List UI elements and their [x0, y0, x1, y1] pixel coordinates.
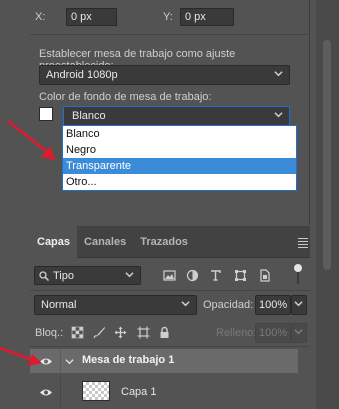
image-filter-icon[interactable] — [163, 269, 176, 285]
lock-position-icon[interactable] — [114, 326, 127, 342]
blend-mode-value: Normal — [41, 299, 77, 311]
opacity-field[interactable]: 100% — [255, 295, 291, 315]
preset-value: Android 1080p — [46, 69, 118, 81]
blend-mode-dropdown[interactable]: Normal — [34, 295, 197, 315]
panel-scrollbar[interactable] — [316, 0, 339, 409]
layers-tabs: Capas Canales Trazados — [30, 226, 310, 258]
lock-label: Bloq.: — [35, 327, 64, 339]
layer-filter-dropdown[interactable]: Tipo — [34, 266, 141, 285]
background-options-list: Blanco Negro Transparente Otro... — [62, 125, 297, 191]
fill-field[interactable]: 100% — [255, 323, 291, 343]
fill-dropdown-button[interactable] — [291, 323, 307, 343]
group-name: Mesa de trabajo 1 — [82, 354, 175, 366]
background-color-dropdown[interactable]: Blanco — [63, 106, 290, 126]
layer-thumbnail — [82, 381, 110, 401]
chevron-down-icon — [274, 66, 283, 84]
divider — [30, 34, 310, 35]
background-color-value: Blanco — [72, 110, 106, 122]
visibility-eye-icon[interactable] — [39, 388, 53, 397]
fill-label: Relleno: — [216, 327, 257, 339]
properties-panel: X: 0 px Y: 0 px Establecer mesa de traba… — [30, 0, 310, 225]
x-label: X: — [35, 11, 46, 23]
shape-filter-icon[interactable] — [234, 269, 247, 285]
filter-toggle[interactable] — [294, 264, 302, 284]
panel-menu-icon[interactable] — [298, 238, 308, 250]
chevron-down-icon — [125, 267, 134, 285]
chevron-down-icon — [181, 296, 190, 314]
layers-panel: Capas Canales Trazados Tipo Normal Opaci… — [30, 226, 310, 409]
chevron-down-icon — [294, 296, 303, 314]
adjustment-filter-icon[interactable] — [186, 269, 199, 285]
opacity-dropdown-button[interactable] — [291, 295, 307, 315]
lock-transparent-pixels-icon[interactable] — [71, 326, 84, 342]
chevron-down-icon[interactable] — [65, 357, 74, 366]
background-color-swatch[interactable] — [39, 107, 53, 121]
layer-row[interactable]: Capa 1 — [30, 377, 298, 407]
lock-all-icon[interactable] — [158, 326, 171, 342]
chevron-down-icon — [294, 324, 303, 342]
option-blanco[interactable]: Blanco — [63, 126, 296, 142]
option-transparente[interactable]: Transparente — [63, 158, 296, 174]
preset-dropdown[interactable]: Android 1080p — [39, 65, 290, 85]
tab-capas[interactable]: Capas — [30, 226, 78, 258]
lock-image-pixels-icon[interactable] — [93, 326, 106, 342]
tab-trazados[interactable]: Trazados — [133, 226, 195, 258]
option-otro[interactable]: Otro... — [63, 174, 296, 190]
divider — [30, 346, 310, 347]
layer-group-row[interactable]: Mesa de trabajo 1 — [30, 349, 298, 373]
x-position-field[interactable]: 0 px — [66, 8, 117, 26]
search-icon — [39, 271, 49, 281]
background-color-label: Color de fondo de mesa de trabajo: — [39, 91, 212, 103]
chevron-down-icon — [274, 107, 283, 125]
text-filter-icon[interactable] — [209, 269, 222, 285]
visibility-eye-icon[interactable] — [39, 357, 53, 366]
option-negro[interactable]: Negro — [63, 142, 296, 158]
divider — [30, 290, 310, 291]
y-label: Y: — [163, 11, 173, 23]
lock-artboard-icon[interactable] — [137, 326, 150, 342]
smart-object-filter-icon[interactable] — [258, 269, 271, 285]
y-position-field[interactable]: 0 px — [180, 8, 234, 26]
layer-name: Capa 1 — [121, 386, 157, 398]
opacity-label: Opacidad: — [203, 299, 254, 311]
tab-canales[interactable]: Canales — [77, 226, 133, 258]
